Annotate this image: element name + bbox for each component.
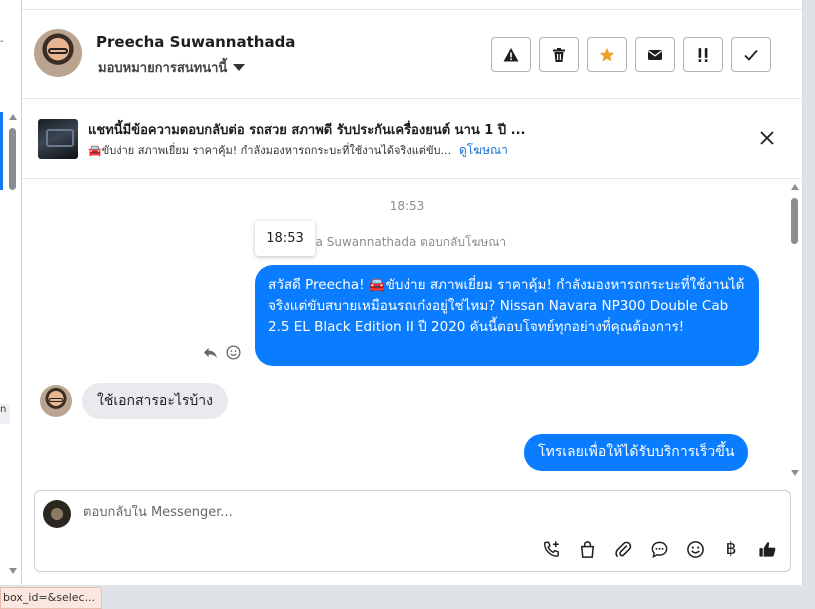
conversation-header: Preecha Suwannathada มอบหมายการสนทนานี้ [22, 10, 803, 99]
check-icon [744, 49, 758, 61]
ad-reply-note: na Suwannathada ตอบกลับโฆษณา [308, 235, 507, 249]
left-scrollbar[interactable] [8, 114, 18, 574]
close-icon[interactable] [758, 129, 776, 147]
priority-icon [698, 47, 708, 62]
avatar-detail [48, 48, 68, 54]
baht-icon: ฿ [725, 539, 737, 559]
smiley-icon [686, 540, 704, 558]
chat-bubble-icon [651, 541, 667, 558]
delete-button[interactable] [539, 37, 579, 72]
mail-icon [648, 49, 662, 60]
messages-scrollbar[interactable] [790, 184, 800, 476]
scroll-thumb[interactable] [791, 198, 798, 244]
incoming-message[interactable]: ใช้เอกสารอะไรบ้าง [82, 383, 229, 419]
shop-button[interactable] [576, 538, 598, 560]
composer-toolbar: ฿ [540, 538, 778, 560]
left-strip-mark: - [0, 36, 4, 47]
ad-subtitle-row: 🚘ขับง่าย สภาพเยี่ยม ราคาคุ้ม! กำลังมองหา… [88, 141, 508, 160]
like-button[interactable] [756, 538, 778, 560]
scroll-down-arrow[interactable] [791, 470, 799, 476]
payment-button[interactable]: ฿ [720, 538, 742, 560]
warning-icon [503, 47, 519, 61]
status-url: box_id=&selec... [0, 587, 103, 609]
left-panel-strip: - n [0, 0, 22, 585]
saved-replies-button[interactable] [648, 538, 670, 560]
avatar-detail [49, 398, 63, 402]
message-thread: 18:53 na Suwannathada ตอบกลับโฆษณา 18:53… [22, 180, 803, 476]
message-actions [203, 345, 241, 360]
timestamp-tooltip: 18:53 [255, 221, 315, 256]
emoji-button[interactable] [684, 538, 706, 560]
ad-context-bar: แชทนี้มีข้อความตอบกลับต่อ รถสวย สภาพดี ร… [22, 99, 803, 179]
follow-up-button[interactable] [683, 37, 723, 72]
page-avatar [43, 500, 71, 528]
shopping-bag-icon [580, 540, 594, 558]
trash-icon [553, 47, 565, 62]
caret-down-icon [233, 64, 246, 71]
view-ad-link[interactable]: ดูโฆษณา [459, 141, 508, 160]
star-icon [599, 47, 615, 61]
scroll-up-arrow[interactable] [9, 114, 17, 120]
selected-indicator [0, 112, 3, 190]
assign-label: มอบหมายการสนทนานี้ [98, 61, 228, 76]
ad-thumbnail[interactable] [38, 119, 78, 159]
smiley-icon[interactable] [226, 345, 241, 360]
left-strip-label: n [0, 404, 10, 424]
ad-subtitle: 🚘ขับง่าย สภาพเยี่ยม ราคาคุ้ม! กำลังมองหา… [88, 144, 451, 157]
spam-button[interactable] [491, 37, 531, 72]
avatar [40, 385, 72, 417]
scroll-down-arrow[interactable] [9, 568, 17, 574]
contact-name[interactable]: Preecha Suwannathada [96, 33, 295, 51]
assign-conversation-dropdown[interactable]: มอบหมายการสนทนานี้ [98, 57, 246, 78]
incoming-message-row: ใช้เอกสารอะไรบ้าง [40, 383, 229, 419]
scroll-up-arrow[interactable] [791, 184, 799, 190]
reply-icon[interactable] [203, 345, 218, 360]
thumbs-up-icon [758, 541, 775, 557]
action-toolbar [491, 37, 771, 72]
call-add-icon [543, 540, 559, 557]
ad-title: แชทนี้มีข้อความตอบกลับต่อ รถสวย สภาพดี ร… [88, 123, 526, 138]
paperclip-icon [614, 541, 631, 557]
message-timestamp: 18:53 [389, 199, 425, 213]
call-button[interactable] [540, 538, 562, 560]
mark-done-button[interactable] [731, 37, 771, 72]
avatar[interactable] [34, 29, 82, 77]
outgoing-message[interactable]: โทรเลยเพื่อให้ได้รับบริการเร็วขึ้น [524, 434, 749, 471]
scroll-thumb[interactable] [9, 128, 16, 190]
conversation-panel: Preecha Suwannathada มอบหมายการสนทนานี้ [22, 0, 803, 585]
mark-unread-button[interactable] [635, 37, 675, 72]
reply-input[interactable] [83, 505, 763, 520]
star-button[interactable] [587, 37, 627, 72]
message-composer: ฿ [34, 490, 791, 572]
attach-button[interactable] [612, 538, 634, 560]
top-divider [22, 0, 802, 10]
outgoing-message[interactable]: สวัสดี Preecha! 🚘ขับง่าย สภาพเยี่ยม ราคา… [255, 265, 759, 366]
